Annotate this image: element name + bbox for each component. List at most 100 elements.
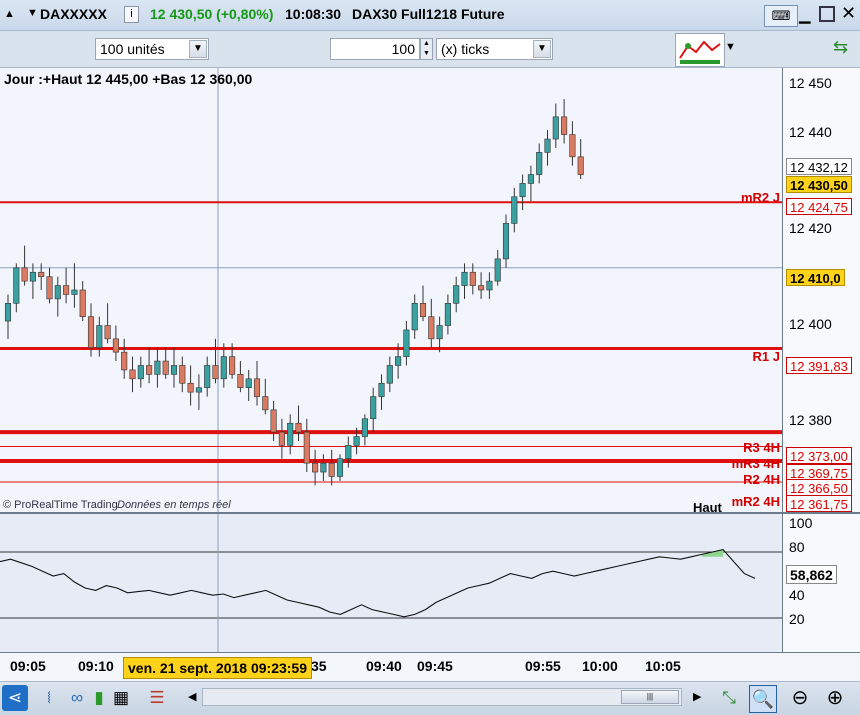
last-price: 12 430,50 (+0,80%) (150, 6, 274, 22)
time-label: 09:55 (525, 658, 561, 674)
clock-time: 10:08:30 (285, 6, 342, 22)
price-chart[interactable]: Jour :+Haut 12 445,00 +Bas 12 360,00 mR2… (0, 68, 782, 512)
candle-body (29, 271, 36, 282)
candle-body (511, 196, 518, 224)
candle-body (345, 445, 352, 460)
candle-body (561, 116, 568, 135)
chevron-down-icon[interactable]: ▼ (189, 40, 207, 58)
scroll-left-icon[interactable]: ◀ (188, 690, 196, 703)
candle-body (179, 365, 186, 384)
time-label: 09:05 (10, 658, 46, 674)
price-axis[interactable]: 12 450 12 440 12 420 12 400 12 380 12 43… (782, 68, 860, 512)
order-toolbar: 100 unités ▼ 100 ▲ ▼ (x) ticks ▼ ▼ ⇆ (0, 31, 860, 68)
realtime-label: Données en temps réel (117, 499, 231, 511)
candle-body (419, 303, 427, 317)
candle-body (96, 325, 103, 349)
candle-body (204, 365, 211, 388)
zoom-in-icon[interactable]: ⊕ (822, 685, 848, 711)
bracket-icon[interactable]: ⧙ (36, 685, 62, 711)
candle-body (478, 285, 485, 291)
share-icon[interactable]: ⋖ (2, 685, 28, 711)
zoom-out-icon[interactable]: ⊖ (787, 685, 813, 711)
candle-body (312, 462, 319, 473)
candle-body (195, 387, 202, 393)
candle-body (112, 338, 119, 353)
oscillator-axis: 100 80 60 40 20 58,862 (782, 514, 860, 652)
candle-body (270, 409, 277, 433)
candle-body (328, 462, 335, 477)
candle-body (21, 267, 28, 282)
horizontal-scrollbar[interactable]: ||| (202, 688, 682, 706)
order-tools-icon[interactable] (675, 33, 725, 67)
level-label-mr34h: mR3 4H (731, 456, 780, 471)
candle-body (170, 365, 178, 375)
day-range-label: Jour :+Haut 12 445,00 +Bas 12 360,00 (4, 71, 253, 87)
level-label-mr24h: mR2 4H (731, 494, 780, 509)
candle-body (220, 356, 227, 380)
expand-panel-icon[interactable]: ⇆ (833, 37, 848, 58)
info-icon[interactable]: i (124, 6, 139, 23)
instrument-name[interactable]: DAXXXXX (40, 6, 107, 22)
chevron-down-icon[interactable]: ▼ (533, 40, 551, 58)
current-price-tag: 12 432,12 (786, 158, 852, 175)
zoom-tool-icon[interactable]: 🔍 (749, 685, 777, 713)
close-icon[interactable]: ✕ (841, 3, 856, 24)
candle-body (253, 378, 261, 397)
time-axis[interactable]: 09:05 09:10 35 09:40 09:45 09:55 10:00 1… (0, 652, 860, 681)
candle-body (87, 316, 95, 349)
candle-body (494, 258, 501, 282)
instrument-description: DAX30 Full1218 Future (352, 6, 505, 22)
ticks-unit-select[interactable]: (x) ticks ▼ (436, 38, 553, 60)
chart-orders-icon (679, 40, 721, 64)
ticks-input[interactable]: 100 (330, 38, 420, 60)
keyboard-icon[interactable]: ⌨ (764, 5, 798, 27)
candle-body (129, 369, 136, 380)
candle-body (295, 422, 302, 433)
ticks-stepper[interactable]: ▲ ▼ (420, 38, 433, 60)
menu-arrow-icon[interactable]: ▲ (4, 8, 15, 20)
cursor-price-tag: 12 410,0 (786, 269, 845, 286)
oscillator-panel[interactable] (0, 514, 782, 652)
layers-icon[interactable]: ☰ (144, 685, 170, 711)
quantity-value: 100 unités (100, 41, 165, 57)
candle-body (502, 223, 510, 260)
scrollbar-thumb[interactable]: ||| (621, 690, 679, 704)
candle-body (13, 267, 20, 304)
dropdown-arrow-icon[interactable]: ▼ (27, 7, 38, 19)
maximize-icon[interactable] (819, 6, 835, 22)
candle-body (146, 365, 153, 375)
auto-scale-icon[interactable]: ⤡ (716, 685, 742, 711)
candle-body (577, 156, 584, 175)
candle-body (121, 351, 128, 371)
candle-body (262, 396, 269, 411)
window-title-bar: ▲ ▼ DAXXXXX i 12 430,50 (+0,80%) 10:08:3… (0, 0, 860, 31)
candlestick-chart[interactable] (0, 68, 782, 512)
candle-body (162, 360, 169, 375)
osc-tick: 100 (789, 515, 813, 531)
candle-body (245, 378, 252, 388)
candle-body (544, 138, 551, 153)
chevron-down-icon[interactable]: ▼ (725, 41, 736, 53)
candle-body (229, 356, 236, 375)
price-tick: 12 420 (789, 220, 832, 236)
time-label: 35 (311, 658, 327, 674)
mr2j-tag: 12 424,75 (786, 198, 852, 215)
candle-body (187, 382, 194, 393)
quantity-select[interactable]: 100 unités ▼ (95, 38, 209, 60)
partial-label: Haut (693, 500, 722, 512)
candle-body (320, 462, 327, 473)
candle-body (278, 431, 285, 446)
candle-body (353, 436, 360, 446)
scroll-right-icon[interactable]: ▶ (693, 690, 701, 703)
export-icon[interactable]: ▦ (108, 685, 134, 711)
candle-body (4, 303, 12, 322)
osc-tick: 40 (789, 587, 805, 603)
candle-body (104, 325, 111, 340)
last-price-tag: 12 430,50 (786, 176, 852, 193)
candle-body (444, 303, 451, 326)
minimize-icon[interactable]: ▁ (799, 6, 811, 24)
candle-body (287, 422, 294, 446)
oscillator-chart[interactable] (0, 514, 782, 652)
time-label: 09:10 (78, 658, 114, 674)
osc-tick: 80 (789, 539, 805, 555)
